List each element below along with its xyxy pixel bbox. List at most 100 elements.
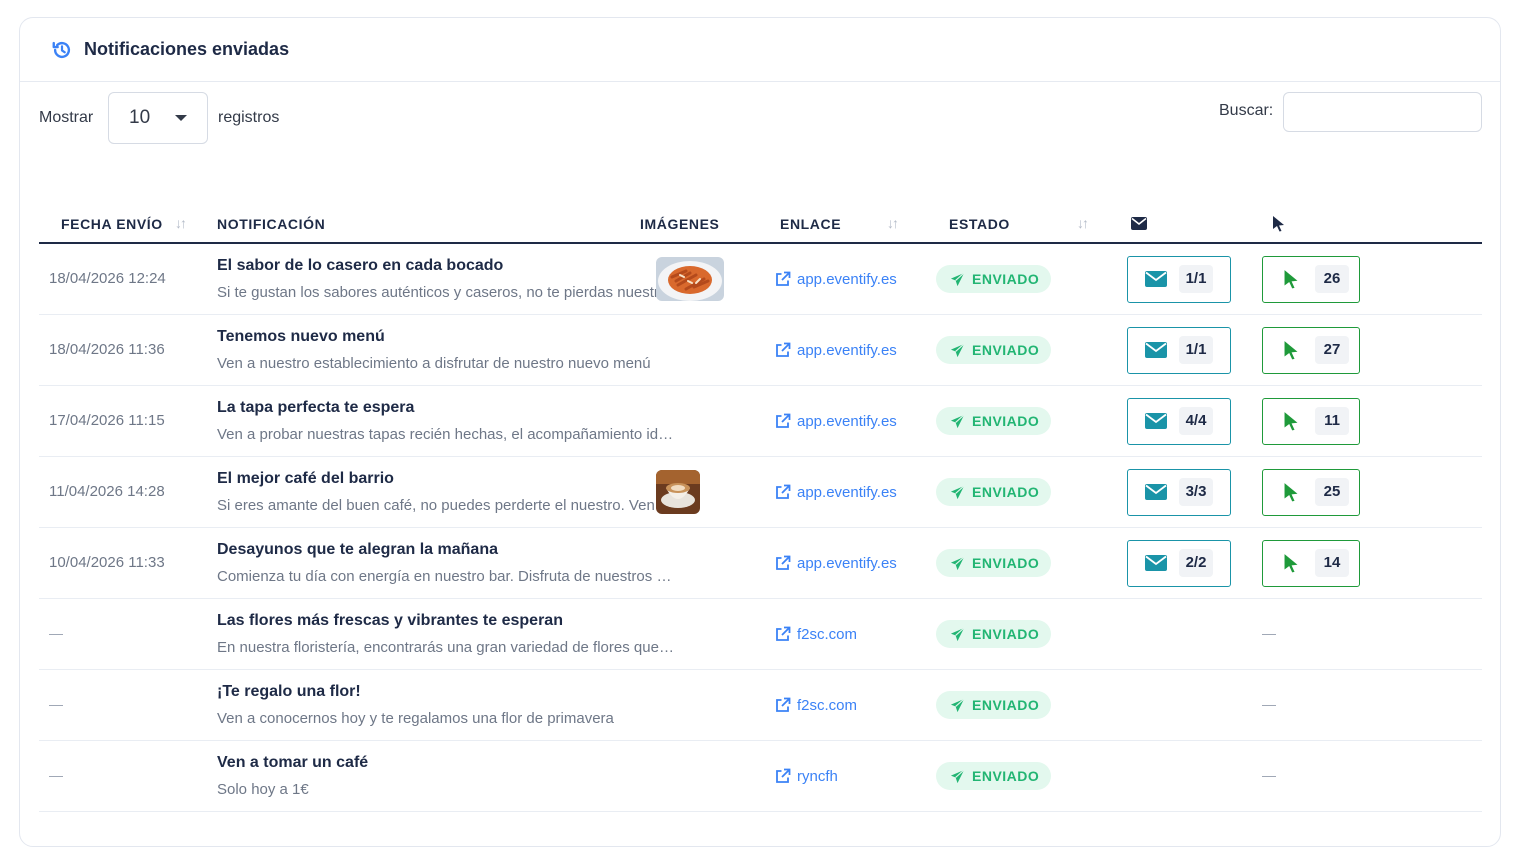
col-header-status[interactable]: ESTADO ↓↑ [929,205,1121,244]
col-header-images-label: IMÁGENES [640,215,720,232]
notification-cell: El sabor de lo casero en cada bocado Si … [197,243,674,315]
search-input[interactable] [1283,92,1482,132]
external-link-icon [776,626,791,641]
envelope-icon [1145,484,1167,500]
notifications-table: FECHA ENVÍO ↓↑ NOTIFICACIÓN IMÁGENES ENL… [39,205,1482,812]
status-cell: ENVIADO [929,456,1121,528]
sent-date: 11/04/2026 14:28 [49,483,165,500]
notification-title: El mejor café del barrio [217,470,394,487]
cursor-icon [1284,483,1298,502]
notification-body: Ven a conocernos hoy y te regalamos una … [217,710,614,727]
notification-link[interactable]: app.eventify.es [760,555,929,572]
sends-cell: 1/1 [1121,243,1262,315]
external-link-icon [776,484,791,499]
status-cell: ENVIADO [929,314,1121,386]
envelope-icon [1145,413,1167,429]
clicks-cell: 14 [1262,527,1482,599]
table-row[interactable]: 10/04/2026 11:33 Desayunos que te alegra… [39,527,1482,599]
clicks-empty: — [1262,767,1276,783]
clicks-button[interactable]: 14 [1262,539,1360,587]
notification-link[interactable]: f2sc.com [760,626,929,643]
notification-link[interactable]: app.eventify.es [760,342,929,359]
status-text: ENVIADO [972,413,1040,429]
notification-title: Tenemos nuevo menú [217,328,385,345]
col-header-sends [1121,205,1262,244]
sends-cell: 3/3 [1121,456,1262,528]
col-header-link-label: ENLACE [780,215,842,232]
table-row[interactable]: — Ven a tomar un café Solo hoy a 1€ rync… [39,740,1482,812]
send-icon [950,272,965,286]
status-cell: ENVIADO [929,669,1121,741]
date-cell: 18/04/2026 12:24 [39,243,197,315]
envelope-icon [1131,217,1147,230]
clicks-button[interactable]: 26 [1262,255,1360,303]
notification-link[interactable]: f2sc.com [760,697,929,714]
clicks-button[interactable]: 25 [1262,468,1360,516]
sent-date: 10/04/2026 11:33 [49,554,165,571]
cursor-icon [1273,216,1284,232]
cursor-icon [1284,270,1298,289]
link-text: app.eventify.es [797,341,897,359]
status-badge: ENVIADO [936,762,1052,790]
link-cell: app.eventify.es [760,456,929,528]
send-icon [950,698,965,712]
link-text: f2sc.com [797,696,858,714]
notification-cell: Tenemos nuevo menú Ven a nuestro estable… [197,314,651,386]
date-cell: — [39,740,197,812]
sends-button[interactable]: 3/3 [1127,468,1231,516]
images-cell [620,527,760,599]
table-header-row: FECHA ENVÍO ↓↑ NOTIFICACIÓN IMÁGENES ENL… [39,205,1482,244]
clicks-button[interactable]: 11 [1262,397,1360,445]
sent-date: 18/04/2026 11:36 [49,341,165,358]
notification-cell: ¡Te regalo una flor! Ven a conocernos ho… [197,669,620,741]
envelope-icon [1145,342,1167,358]
clicks-empty: — [1262,696,1276,712]
table-row[interactable]: 18/04/2026 11:36 Tenemos nuevo menú Ven … [39,314,1482,386]
external-link-icon [776,342,791,357]
clicks-cell: 27 [1262,314,1482,386]
table-row[interactable]: — ¡Te regalo una flor! Ven a conocernos … [39,669,1482,741]
card-header: Notificaciones enviadas [20,18,1500,82]
notification-title: Desayunos que te alegran la mañana [217,541,498,558]
link-text: app.eventify.es [797,554,897,572]
link-cell: app.eventify.es [760,385,929,457]
table-row[interactable]: — Las flores más frescas y vibrantes te … [39,598,1482,670]
notification-link[interactable]: app.eventify.es [760,413,929,430]
clicks-count: 27 [1315,336,1349,364]
status-badge: ENVIADO [936,549,1052,577]
sent-date: — [49,767,63,783]
sends-button[interactable]: 1/1 [1127,255,1231,303]
clicks-cell: — [1262,598,1482,670]
notification-link[interactable]: app.eventify.es [760,271,929,288]
status-badge: ENVIADO [936,620,1052,648]
link-text: ryncfh [797,767,838,785]
notification-link[interactable]: ryncfh [760,768,929,785]
page-size-select[interactable]: 10 [108,92,208,144]
notification-body: Ven a probar nuestras tapas recién hecha… [217,426,674,443]
clicks-count: 14 [1315,549,1349,577]
sends-button[interactable]: 2/2 [1127,539,1231,587]
notification-body: Comienza tu día con energía en nuestro b… [217,568,675,585]
sends-button[interactable]: 4/4 [1127,397,1231,445]
link-cell: f2sc.com [760,669,929,741]
col-header-date[interactable]: FECHA ENVÍO ↓↑ [39,205,197,244]
col-header-clicks [1262,205,1482,244]
sends-button[interactable]: 1/1 [1127,326,1231,374]
status-cell: ENVIADO [929,527,1121,599]
link-cell: app.eventify.es [760,527,929,599]
send-icon [950,556,965,570]
clicks-button[interactable]: 27 [1262,326,1360,374]
notification-link[interactable]: app.eventify.es [760,484,929,501]
table-row[interactable]: 18/04/2026 12:24 El sabor de lo casero e… [39,243,1482,315]
col-header-link[interactable]: ENLACE ↓↑ [760,205,929,244]
notification-body: Ven a nuestro establecimiento a disfruta… [217,355,651,372]
send-icon [950,769,965,783]
status-cell: ENVIADO [929,740,1121,812]
date-cell: 18/04/2026 11:36 [39,314,197,386]
images-cell [620,598,760,670]
link-cell: app.eventify.es [760,243,929,315]
status-cell: ENVIADO [929,598,1121,670]
external-link-icon [776,697,791,712]
table-row[interactable]: 17/04/2026 11:15 La tapa perfecta te esp… [39,385,1482,457]
table-row[interactable]: 11/04/2026 14:28 El mejor café del barri… [39,456,1482,528]
